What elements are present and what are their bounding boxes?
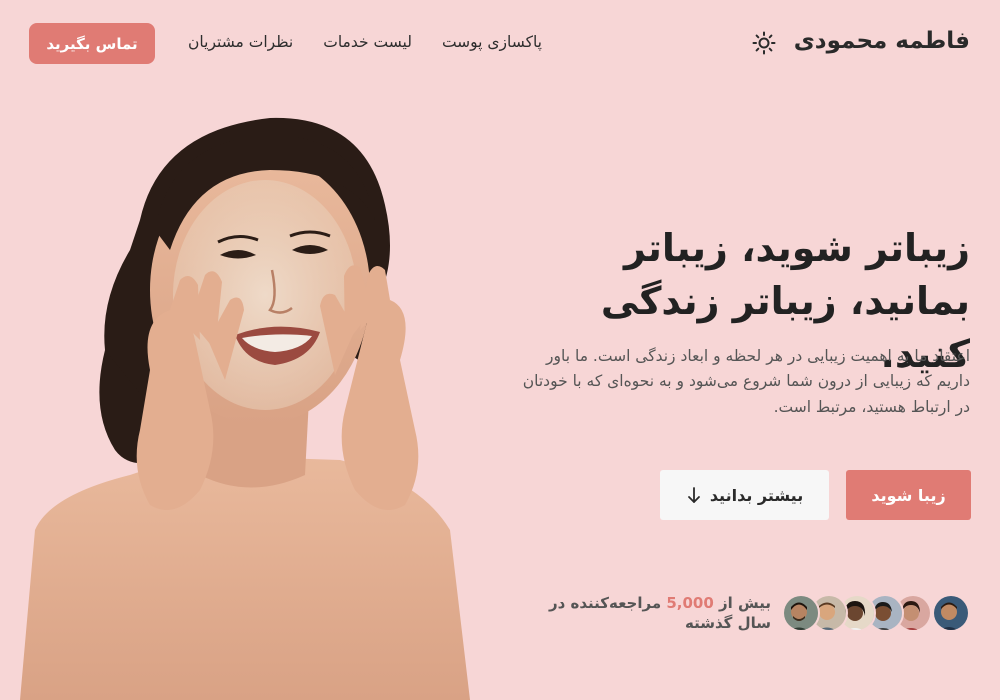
social-proof-prefix: بیش از: [713, 594, 771, 612]
avatar: [932, 594, 970, 632]
brand-name[interactable]: فاطمه محمودی: [794, 28, 970, 54]
nav-item-skin-cleansing: پاکسازی پوست: [442, 32, 542, 51]
hero-description: اعتقاد ما به اهمیت زیبایی در هر لحظه و ا…: [522, 347, 970, 416]
theme-toggle-button[interactable]: [750, 29, 778, 57]
sun-icon: [752, 31, 776, 55]
learn-more-button[interactable]: بیشتر بدانید: [660, 470, 829, 520]
nav-item-testimonials: نظرات مشتریان: [188, 32, 293, 51]
nav-item-services: لیست خدمات: [323, 32, 412, 51]
cta-row: زیبا شوید بیشتر بدانید: [660, 470, 971, 520]
hero-model-image: [20, 117, 470, 700]
social-proof-count: 5,000: [666, 594, 714, 612]
arrow-down-icon: [687, 487, 700, 503]
nav-link-services[interactable]: لیست خدمات: [323, 33, 412, 51]
learn-more-label: بیشتر بدانید: [709, 485, 804, 505]
get-beautiful-button[interactable]: زیبا شوید: [846, 470, 971, 520]
contact-button[interactable]: تماس بگیرید: [29, 23, 155, 64]
nav-link-skin-cleansing[interactable]: پاکسازی پوست: [442, 33, 542, 51]
avatar: [782, 594, 820, 632]
nav-links: پاکسازی پوست لیست خدمات نظرات مشتریان: [188, 32, 542, 51]
customer-avatars: [782, 594, 970, 632]
nav-link-testimonials[interactable]: نظرات مشتریان: [188, 33, 293, 51]
social-proof-text: بیش از 5,000 مراجعه‌کننده در سال گذشته: [521, 594, 771, 633]
landing-page: فاطمه محمودی پاکسازی پوست لیست خدمات نظر…: [0, 0, 1000, 700]
